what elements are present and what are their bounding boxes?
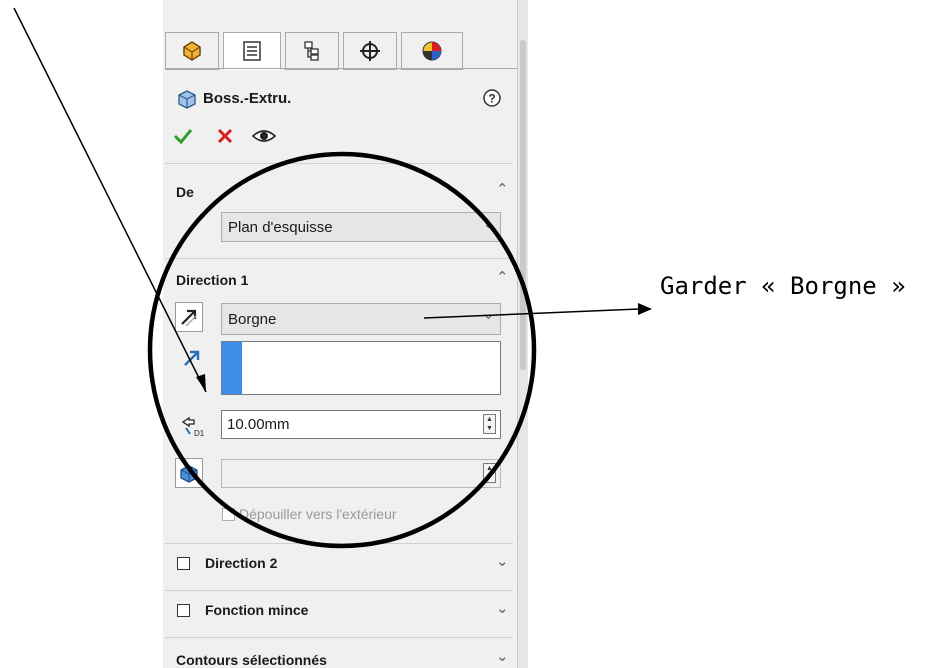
annotation-label: Garder « Borgne » bbox=[660, 272, 906, 300]
pointer-arrowhead-depth bbox=[196, 374, 206, 392]
highlight-circle bbox=[147, 151, 537, 549]
pointer-line-to-depth bbox=[13, 7, 207, 393]
annotation-overlay bbox=[13, 7, 652, 549]
pointer-arrowhead-borgne bbox=[638, 303, 652, 315]
